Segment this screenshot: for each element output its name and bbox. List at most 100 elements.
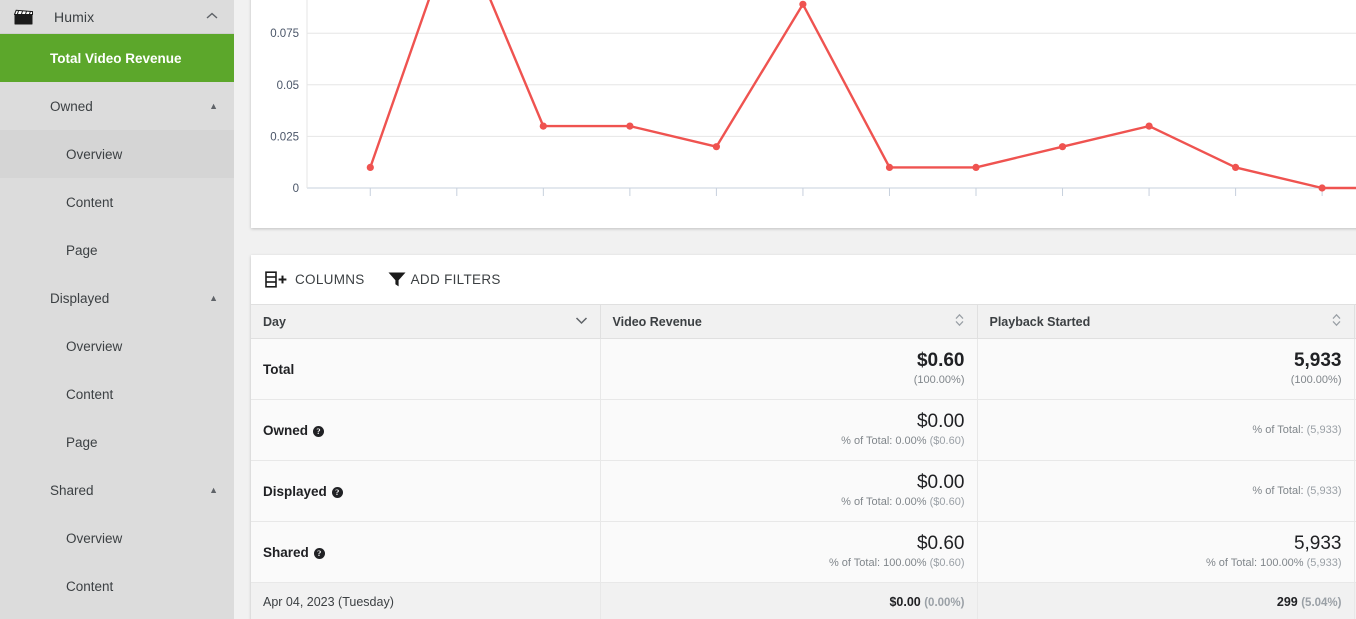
sidebar: Humix Total Video Revenue Owned ▲ Overview C…	[0, 0, 234, 619]
sidebar-item-label: Content	[66, 194, 114, 210]
sidebar-item-label: Content	[66, 578, 114, 594]
playback-started-cell-subtext: % of Total: (5,933)	[1252, 424, 1342, 436]
clapperboard-icon	[14, 9, 36, 25]
summary-row-label: Owned?	[251, 399, 601, 461]
svg-text:0.025: 0.025	[270, 131, 299, 143]
table-body: Total $0.60 (100.00%) 5,933 (100.00%) Owned? $…	[251, 338, 1356, 619]
sidebar-header[interactable]: Humix	[0, 0, 234, 34]
chevron-down-icon[interactable]	[575, 316, 588, 328]
sidebar-item-overview[interactable]: Overview	[0, 322, 234, 370]
playback-started-cell: % of Total: (5,933)	[977, 460, 1355, 522]
help-icon[interactable]: ?	[313, 547, 325, 559]
video-revenue-cell-value: $0.60	[916, 533, 965, 554]
main-content: 00.0250.050.0755. Mar6. Mar7. Mar8. Mar9…	[234, 0, 1356, 619]
table-summary-row: Shared? $0.60 % of Total: 100.00% ($0.60) 5…	[251, 521, 1356, 583]
chart-point	[626, 122, 634, 130]
sidebar-item-shared[interactable]: Shared ▲	[0, 466, 234, 514]
sidebar-item-label: Shared	[50, 482, 94, 498]
svg-text:0.05: 0.05	[277, 80, 299, 92]
summary-row-label: Total	[251, 338, 601, 400]
column-header-label: Playback Started	[989, 314, 1091, 329]
column-header-day[interactable]: Day	[251, 304, 601, 339]
chart-point	[799, 0, 807, 8]
chart-point	[539, 122, 547, 130]
table-head: Day Video Revenue Playback Started	[251, 304, 1356, 339]
sidebar-item-overview[interactable]: Overview	[0, 514, 234, 562]
sidebar-item-list: Total Video Revenue Owned ▲ Overview Content…	[0, 34, 234, 610]
row-playback-started-cell: 299 (5.04%)	[977, 582, 1355, 619]
video-revenue-cell-value: $0.60	[916, 350, 965, 371]
funnel-icon	[387, 271, 407, 288]
row-day-label: Apr 04, 2023 (Tuesday)	[251, 582, 601, 619]
add-filters-button[interactable]: ADD FILTERS	[387, 271, 501, 288]
sidebar-header-title: Humix	[54, 8, 95, 25]
chart-point	[1145, 122, 1153, 130]
sidebar-item-owned[interactable]: Owned ▲	[0, 82, 234, 130]
chart-point	[712, 143, 720, 151]
table-toolbar: COLUMNS ADD FILTERS	[251, 255, 1356, 304]
chevron-up-small-icon[interactable]: ▲	[209, 293, 234, 303]
sidebar-item-total-video-revenue[interactable]: Total Video Revenue	[0, 34, 234, 82]
video-revenue-cell-value: $0.00	[916, 411, 965, 432]
help-icon[interactable]: ?	[313, 425, 325, 437]
sidebar-item-displayed[interactable]: Displayed ▲	[0, 274, 234, 322]
playback-started-cell-subtext: % of Total: (5,933)	[1252, 485, 1342, 497]
video-revenue-cell-subtext: % of Total: 100.00% ($0.60)	[828, 557, 965, 569]
chart-point	[1232, 163, 1240, 171]
sidebar-item-content[interactable]: Content	[0, 562, 234, 610]
playback-started-cell-subtext: % of Total: 100.00% (5,933)	[1205, 557, 1342, 569]
columns-button[interactable]: COLUMNS	[265, 271, 365, 288]
sidebar-item-content[interactable]: Content	[0, 370, 234, 418]
sidebar-item-label: Overview	[66, 530, 123, 546]
column-header-label: Video Revenue	[612, 314, 702, 329]
sidebar-item-label: Page	[66, 434, 98, 450]
sort-updown-icon[interactable]	[1331, 313, 1342, 330]
playback-started-cell-value: 5,933	[1293, 533, 1342, 554]
chevron-up-small-icon[interactable]: ▲	[209, 101, 234, 111]
playback-started-cell: % of Total: (5,933)	[977, 399, 1355, 461]
playback-started-cell-value: 5,933	[1293, 350, 1342, 371]
sidebar-item-label: Content	[66, 386, 114, 402]
chart-point	[1058, 143, 1067, 151]
video-revenue-cell: $0.60 % of Total: 100.00% ($0.60)	[600, 521, 978, 583]
playback-started-cell: 5,933 (100.00%)	[977, 338, 1355, 400]
table-row[interactable]: Apr 04, 2023 (Tuesday) $0.00 (0.00%) 299 (…	[251, 582, 1356, 619]
sidebar-item-overview[interactable]: Overview	[0, 130, 234, 178]
sort-updown-icon[interactable]	[954, 313, 965, 330]
sidebar-item-page[interactable]: Page	[0, 226, 234, 274]
chevron-up-small-icon[interactable]: ▲	[209, 485, 234, 495]
table-summary-row: Total $0.60 (100.00%) 5,933 (100.00%)	[251, 338, 1356, 400]
revenue-chart-card: 00.0250.050.0755. Mar6. Mar7. Mar8. Mar9…	[251, 0, 1356, 228]
report-table-card: COLUMNS ADD FILTERS Day Video Revenue Pl…	[251, 255, 1356, 619]
help-icon[interactable]: ?	[331, 486, 343, 498]
video-revenue-cell: $0.60 (100.00%)	[600, 338, 978, 400]
video-revenue-cell: $0.00 % of Total: 0.00% ($0.60)	[600, 399, 978, 461]
chart-point	[885, 163, 894, 171]
sidebar-item-label: Page	[66, 242, 98, 258]
app-root: Humix Total Video Revenue Owned ▲ Overview C…	[0, 0, 1356, 619]
column-header-playback-started[interactable]: Playback Started	[977, 304, 1355, 339]
row-video-revenue-cell: $0.00 (0.00%)	[600, 582, 978, 619]
add-filters-button-label: ADD FILTERS	[410, 272, 501, 287]
video-revenue-cell-subtext: (100.00%)	[913, 374, 965, 386]
video-revenue-cell-value: $0.00	[916, 472, 965, 493]
revenue-line-chart[interactable]: 00.0250.050.0755. Mar6. Mar7. Mar8. Mar9…	[251, 0, 1356, 200]
chevron-up-icon[interactable]	[206, 11, 218, 23]
columns-button-label: COLUMNS	[295, 272, 365, 287]
sidebar-item-page[interactable]: Page	[0, 418, 234, 466]
add-columns-icon	[265, 271, 291, 288]
svg-text:0: 0	[293, 183, 299, 195]
playback-started-cell: 5,933 % of Total: 100.00% (5,933)	[977, 521, 1355, 583]
sidebar-item-label: Overview	[66, 338, 123, 354]
sidebar-item-label: Displayed	[50, 290, 110, 306]
chart-point	[1318, 184, 1326, 192]
sidebar-item-label: Owned	[50, 98, 93, 114]
chart-point	[972, 163, 980, 171]
sidebar-item-content[interactable]: Content	[0, 178, 234, 226]
video-revenue-cell: $0.00 % of Total: 0.00% ($0.60)	[600, 460, 978, 522]
summary-row-label: Shared?	[251, 521, 601, 583]
summary-row-label: Displayed?	[251, 460, 601, 522]
table-summary-row: Owned? $0.00 % of Total: 0.00% ($0.60) % of…	[251, 399, 1356, 461]
column-header-video-revenue[interactable]: Video Revenue	[600, 304, 978, 339]
table-header-row: Day Video Revenue Playback Started	[251, 304, 1356, 339]
